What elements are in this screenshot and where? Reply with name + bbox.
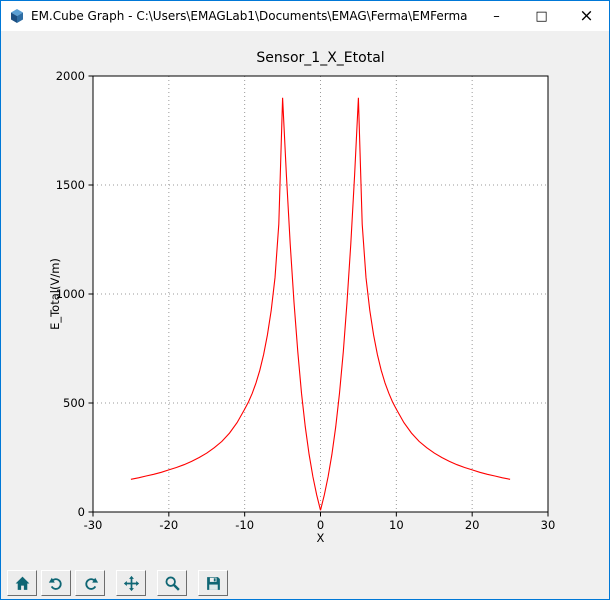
y-axis-label: E_Total(V/m)	[48, 258, 62, 330]
plot-svg: -30 -20 -10 0 10 20 300500100015002000Sensor_1…	[48, 50, 556, 545]
pan-icon	[123, 575, 139, 591]
app-icon[interactable]	[9, 8, 25, 24]
home-icon	[15, 576, 29, 590]
title-bar[interactable]: EM.Cube Graph - C:\Users\EMAGLab1\Docume…	[1, 1, 609, 31]
forward-button[interactable]	[75, 570, 105, 596]
back-button[interactable]	[41, 570, 71, 596]
y-tick-label: 2000	[56, 69, 85, 83]
y-tick-label: 500	[63, 396, 85, 410]
zoom-button[interactable]	[157, 570, 187, 596]
zoom-icon	[165, 576, 180, 591]
x-tick-label: 30	[541, 518, 556, 532]
save-icon	[206, 576, 220, 590]
x-tick-label: -30	[84, 518, 103, 532]
forward-icon	[84, 577, 98, 590]
back-icon	[48, 577, 62, 590]
x-tick-label: -10	[235, 518, 254, 532]
app-window: EM.Cube Graph - C:\Users\EMAGLab1\Docume…	[0, 0, 610, 600]
x-axis-label: X	[317, 531, 325, 545]
navigation-toolbar	[1, 567, 609, 599]
pan-button[interactable]	[116, 570, 146, 596]
y-tick-label: 1500	[56, 178, 85, 192]
figure-canvas[interactable]: -30 -20 -10 0 10 20 30 0 500 1000 1500 2000 Sensor_1…	[1, 31, 609, 567]
save-button[interactable]	[198, 570, 228, 596]
home-button[interactable]	[7, 570, 37, 596]
plot-title: Sensor_1_X_Etotal	[256, 50, 384, 66]
x-tick-label: 10	[389, 518, 404, 532]
y-tick-label: 0	[78, 505, 85, 519]
x-tick-label: 0	[317, 518, 324, 532]
minimize-button[interactable]: –	[474, 1, 519, 31]
window-title: EM.Cube Graph - C:\Users\EMAGLab1\Docume…	[31, 9, 468, 23]
maximize-button[interactable]: □	[519, 1, 564, 31]
x-tick-label: 20	[465, 518, 480, 532]
close-button[interactable]: ×	[564, 1, 609, 31]
x-tick-label: -20	[159, 518, 178, 532]
